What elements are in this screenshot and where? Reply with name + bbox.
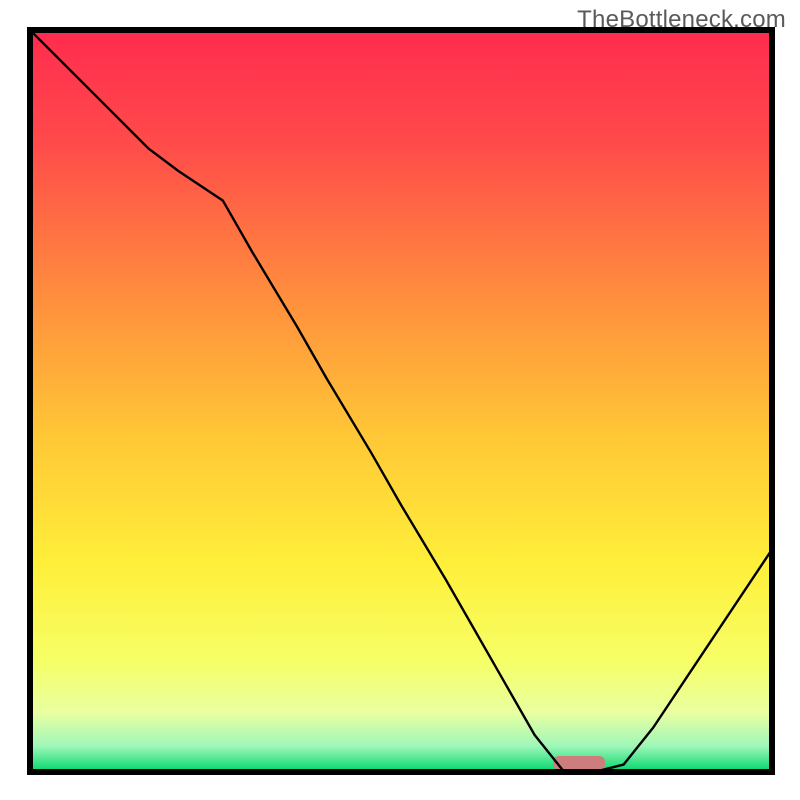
chart-container: TheBottleneck.com — [0, 0, 800, 800]
watermark-text: TheBottleneck.com — [577, 6, 786, 34]
bottleneck-chart — [0, 0, 800, 800]
